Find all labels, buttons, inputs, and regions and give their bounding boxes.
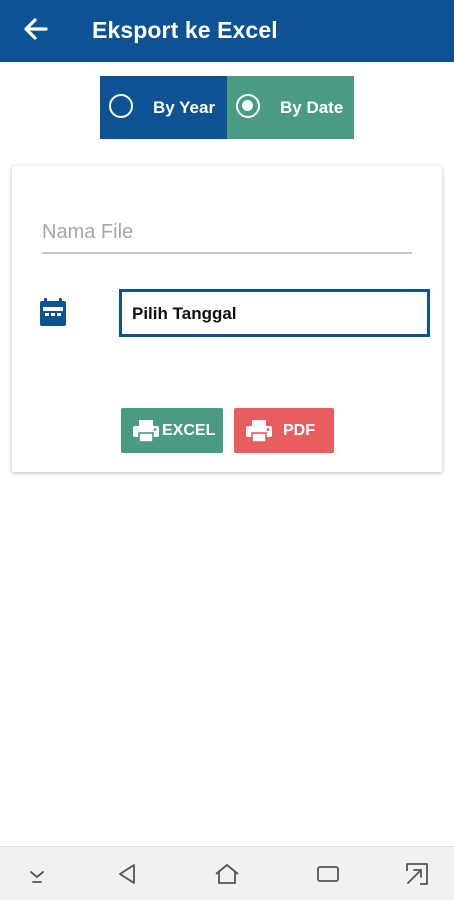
toggle-by-date[interactable]: By Date bbox=[227, 76, 354, 139]
calendar-icon[interactable] bbox=[38, 297, 68, 328]
export-form-card: Pilih Tanggal EXCEL PDF bbox=[12, 166, 442, 472]
date-picker-field[interactable]: Pilih Tanggal bbox=[119, 289, 430, 337]
radio-checked-icon bbox=[236, 94, 260, 118]
back-triangle-icon[interactable] bbox=[114, 861, 140, 887]
toggle-by-year-label: By Year bbox=[153, 98, 216, 117]
page-title: Eksport ke Excel bbox=[92, 17, 278, 43]
toggle-by-year[interactable]: By Year bbox=[100, 76, 227, 139]
printer-icon bbox=[133, 420, 159, 442]
filename-input[interactable] bbox=[42, 218, 412, 254]
date-picker-label: Pilih Tanggal bbox=[132, 304, 237, 323]
printer-icon bbox=[246, 420, 272, 442]
export-excel-label: EXCEL bbox=[162, 422, 216, 439]
system-nav-bar bbox=[0, 846, 454, 900]
recents-icon[interactable] bbox=[315, 861, 341, 887]
app-bar: Eksport ke Excel bbox=[0, 0, 454, 62]
export-excel-button[interactable]: EXCEL bbox=[121, 408, 223, 453]
export-pdf-button[interactable]: PDF bbox=[234, 408, 334, 453]
screenshot-icon[interactable] bbox=[404, 861, 430, 887]
hide-keyboard-icon[interactable] bbox=[24, 861, 50, 887]
back-button[interactable] bbox=[20, 13, 52, 45]
toggle-by-date-label: By Date bbox=[280, 98, 344, 117]
export-pdf-label: PDF bbox=[283, 422, 315, 439]
home-icon[interactable] bbox=[214, 861, 240, 887]
radio-unchecked-icon bbox=[109, 94, 133, 118]
arrow-left-icon bbox=[24, 18, 48, 40]
